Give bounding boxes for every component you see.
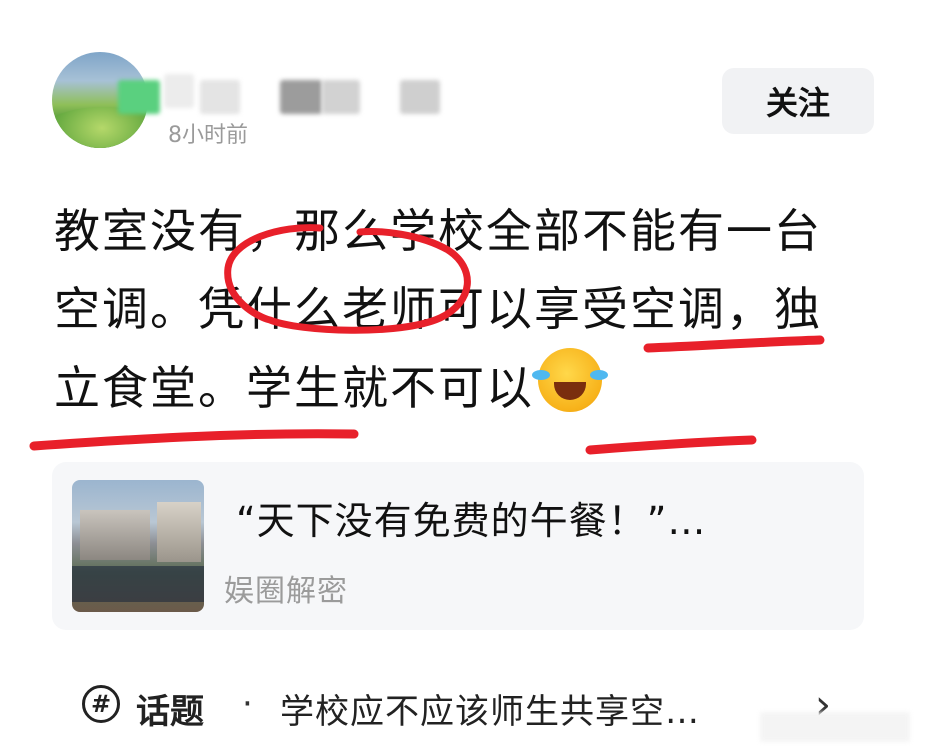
topic-separator: · xyxy=(242,684,253,724)
author-name-redacted-4 xyxy=(280,80,322,114)
topic-label[interactable]: 话题 xyxy=(136,684,204,733)
post-text-main: 教室没有，那么学校全部不能有一台空调。凭什么老师可以享受空调，独立食堂。学生就不… xyxy=(54,204,822,415)
card-source: 娱圈解密 xyxy=(224,574,348,609)
topic-link[interactable]: 学校应不应该师生共享空… xyxy=(280,684,700,733)
author-name-redacted-1 xyxy=(118,80,160,114)
follow-button[interactable]: 关注 xyxy=(722,68,874,134)
author-name-redacted-6 xyxy=(400,80,440,114)
hashtag-icon: # xyxy=(82,685,120,723)
post-content: 教室没有，那么学校全部不能有一台空调。凭什么老师可以享受空调，独立食堂。学生就不… xyxy=(54,192,866,427)
author-name-redacted-2 xyxy=(164,74,194,108)
author-name-redacted-5 xyxy=(322,80,360,114)
author-name-redacted-3 xyxy=(200,80,240,114)
red-underline-3 xyxy=(585,435,757,455)
watermark xyxy=(760,712,910,742)
card-title[interactable]: “天下没有免费的午餐！”… xyxy=(236,490,846,545)
post-time: 8小时前 xyxy=(168,123,248,148)
red-underline-2 xyxy=(29,429,359,451)
card-thumbnail xyxy=(72,480,204,612)
laughing-crying-emoji-icon xyxy=(532,348,608,412)
